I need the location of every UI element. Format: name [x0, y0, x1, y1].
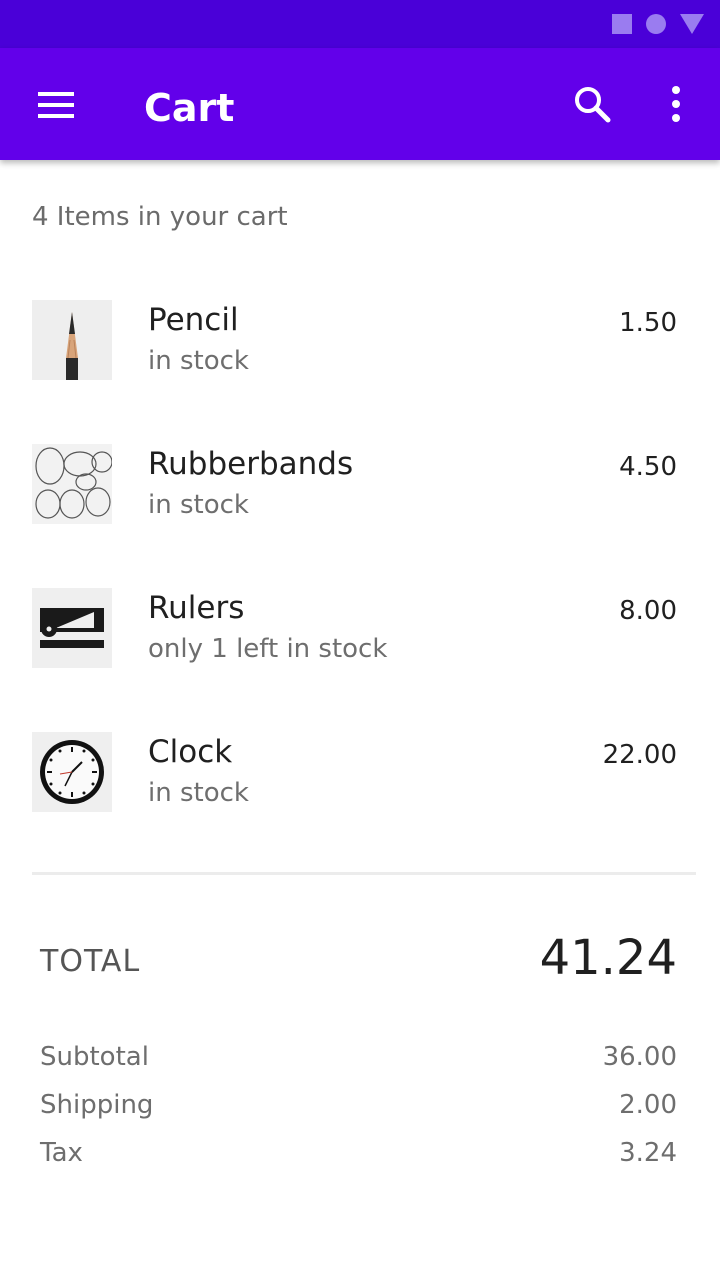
shipping-label: Shipping — [40, 1090, 154, 1120]
page-title: Cart — [144, 86, 235, 130]
shipping-value: 2.00 — [619, 1090, 677, 1120]
item-name: Rulers — [148, 590, 245, 626]
divider — [32, 872, 696, 875]
item-stock-status: in stock — [148, 778, 249, 808]
item-stock-status: in stock — [148, 490, 249, 520]
app-bar: Cart — [0, 48, 720, 160]
item-price: 22.00 — [602, 740, 677, 770]
item-stock-status: in stock — [148, 346, 249, 376]
search-icon[interactable] — [572, 84, 612, 124]
subtotal-label: Subtotal — [40, 1042, 149, 1072]
subtotal-row: Subtotal 36.00 — [40, 1042, 677, 1082]
menu-icon[interactable] — [38, 92, 74, 118]
cart-item[interactable]: Rubberbands in stock 4.50 — [0, 444, 720, 534]
items-count: 4 Items in your cart — [32, 202, 288, 232]
item-stock-status: only 1 left in stock — [148, 634, 388, 664]
item-price: 1.50 — [619, 308, 677, 338]
rubberbands-image — [32, 444, 112, 524]
status-bar — [0, 0, 720, 48]
rulers-image — [32, 588, 112, 668]
item-price: 8.00 — [619, 596, 677, 626]
item-price: 4.50 — [619, 452, 677, 482]
total-label: TOTAL — [40, 944, 141, 979]
tax-row: Tax 3.24 — [40, 1138, 677, 1178]
cart-item[interactable]: Clock in stock 22.00 — [0, 732, 720, 822]
total-value: 41.24 — [539, 930, 677, 986]
more-vert-icon[interactable] — [668, 86, 684, 122]
clock-image — [32, 732, 112, 812]
item-name: Pencil — [148, 302, 239, 338]
circle-icon — [646, 14, 666, 34]
cart-item[interactable]: Pencil in stock 1.50 — [0, 300, 720, 390]
item-name: Rubberbands — [148, 446, 354, 482]
cart-item[interactable]: Rulers only 1 left in stock 8.00 — [0, 588, 720, 678]
triangle-icon — [680, 14, 704, 34]
shipping-row: Shipping 2.00 — [40, 1090, 677, 1130]
square-icon — [612, 14, 632, 34]
tax-label: Tax — [40, 1138, 83, 1168]
status-icons — [612, 14, 704, 34]
item-name: Clock — [148, 734, 233, 770]
subtotal-value: 36.00 — [602, 1042, 677, 1072]
tax-value: 3.24 — [619, 1138, 677, 1168]
pencil-image — [32, 300, 112, 380]
